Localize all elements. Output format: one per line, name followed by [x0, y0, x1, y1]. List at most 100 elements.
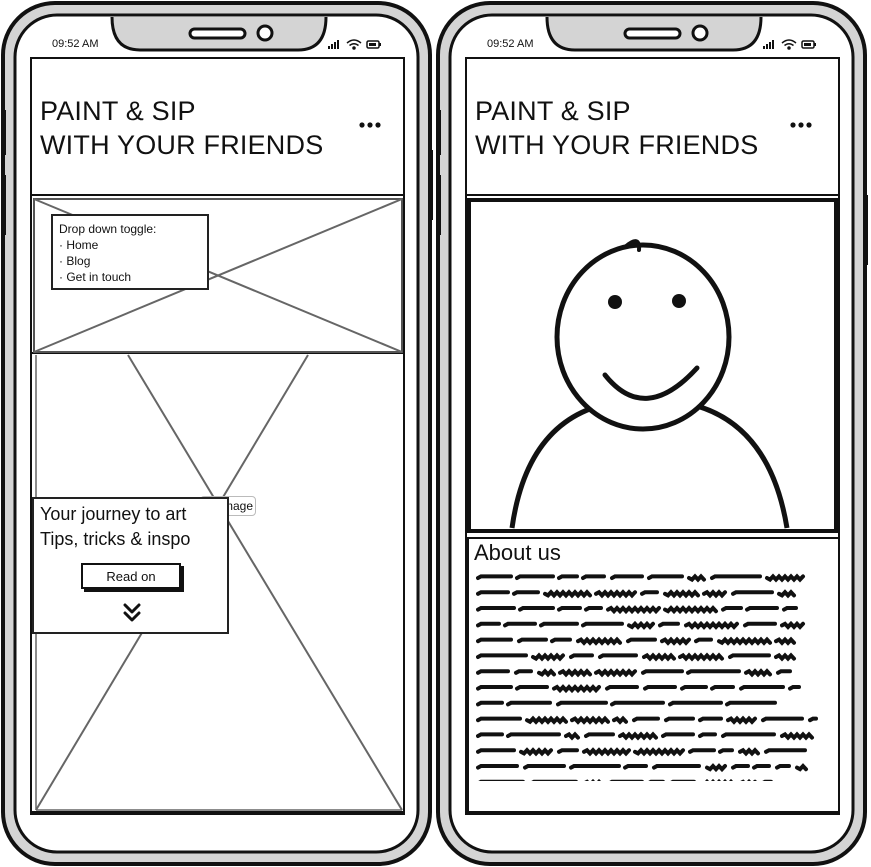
scribble-word	[610, 574, 644, 580]
scribble-word	[581, 621, 624, 628]
scribble-word	[780, 620, 805, 630]
scribble-word	[764, 748, 807, 754]
scribble-word	[775, 764, 791, 770]
scribble-word	[476, 574, 513, 580]
scribble-word	[721, 606, 743, 612]
scribble-word	[557, 574, 579, 580]
scribble-word	[647, 574, 684, 580]
status-icons	[328, 39, 381, 50]
about-us-heading: About us	[474, 540, 561, 565]
scribble-word	[702, 589, 727, 599]
battery-icon	[801, 40, 816, 49]
dropdown-heading: Drop down toggle:	[59, 222, 157, 236]
scribble-word	[576, 636, 622, 646]
scribble-word	[725, 700, 777, 707]
scribble-word	[594, 668, 637, 678]
scribble-word	[476, 685, 513, 691]
scribble-word	[780, 731, 814, 741]
scribble-word	[688, 748, 716, 754]
scribble-word	[710, 685, 735, 691]
scribble-word	[739, 685, 785, 691]
read-on-button[interactable]: Read on	[81, 563, 181, 589]
scribble-word	[476, 732, 504, 738]
scribble-word	[721, 732, 776, 738]
scribble-word	[678, 652, 724, 662]
scribble-word	[476, 764, 519, 770]
scribble-word	[744, 668, 772, 678]
scribble-word	[584, 606, 603, 612]
scribble-word	[745, 606, 779, 612]
wifi-icon	[346, 39, 362, 50]
phone-mockup-left: 09:52 AM PAINT & SIP WITH YOUR FRIENDS D…	[0, 0, 433, 867]
scribble-word	[626, 637, 657, 644]
scribble-word	[752, 764, 771, 770]
dropdown-list: Home Blog Get in touch	[59, 237, 201, 285]
scribble-word	[710, 574, 762, 580]
scribble-word	[476, 590, 510, 596]
scribble-word	[643, 685, 677, 691]
dropdown-item-blog[interactable]: Blog	[59, 253, 201, 269]
scribble-word	[564, 731, 580, 741]
scribble-word	[503, 621, 537, 628]
scribble-word	[605, 685, 639, 691]
scribble-word	[594, 589, 637, 599]
avatar-placeholder-icon	[467, 198, 838, 533]
scribble-word	[476, 653, 528, 659]
scribble-word	[519, 747, 553, 757]
scribble-word	[640, 590, 659, 596]
scribble-word	[808, 716, 818, 723]
scribble-word	[556, 700, 608, 707]
scribble-word	[765, 573, 805, 583]
wifi-icon	[781, 39, 797, 50]
scribble-word	[726, 715, 757, 725]
scribble-word	[660, 636, 691, 646]
scribble-word	[728, 653, 771, 659]
menu-dots-icon[interactable]	[789, 118, 813, 132]
dropdown-item-get-in-touch[interactable]: Get in touch	[59, 269, 201, 285]
scribble-text-block	[476, 573, 818, 781]
scribble-word	[584, 732, 615, 738]
scribble-word	[652, 764, 701, 770]
scribble-word	[518, 606, 555, 612]
scribble-word	[606, 605, 661, 615]
scribble-word	[777, 589, 796, 599]
hero-card: Your journey to art Tips, tricks & inspo…	[32, 497, 229, 634]
scribble-word	[506, 700, 552, 707]
battery-icon	[366, 40, 381, 49]
scribble-word	[558, 668, 592, 678]
scribble-word	[515, 685, 549, 691]
hero-line-1: Your journey to art	[40, 504, 187, 524]
scribble-word	[531, 652, 565, 662]
scribble-word	[569, 653, 594, 659]
scribble-word	[552, 684, 601, 694]
scribble-word	[476, 716, 522, 723]
scribble-word	[537, 668, 556, 678]
scribble-word	[687, 573, 706, 583]
dropdown-item-home[interactable]: Home	[59, 237, 201, 253]
page-title: PAINT & SIP WITH YOUR FRIENDS	[40, 96, 324, 160]
scribble-word	[641, 669, 684, 675]
scribble-word	[632, 716, 660, 723]
scribble-word	[761, 716, 804, 723]
scribble-word	[705, 763, 727, 773]
status-icons	[763, 39, 816, 50]
scribble-word	[618, 731, 658, 741]
signal-icon	[763, 40, 774, 49]
double-chevron-down-icon[interactable]	[122, 602, 142, 624]
scribble-word	[570, 715, 610, 725]
menu-dots-icon[interactable]	[358, 118, 382, 132]
scribble-word	[694, 637, 713, 644]
scribble-word	[680, 685, 708, 691]
scribble-word	[543, 589, 592, 599]
scribble-word	[743, 621, 777, 628]
scribble-word	[684, 620, 739, 630]
scribble-word	[539, 621, 579, 628]
scribble-word	[476, 621, 501, 628]
scribble-word	[476, 700, 504, 707]
scribble-word	[642, 652, 676, 662]
scribble-word	[698, 732, 717, 738]
scribble-word	[598, 653, 638, 659]
scribble-word	[698, 716, 723, 723]
scribble-word	[795, 763, 808, 772]
status-time: 09:52 AM	[52, 38, 99, 50]
